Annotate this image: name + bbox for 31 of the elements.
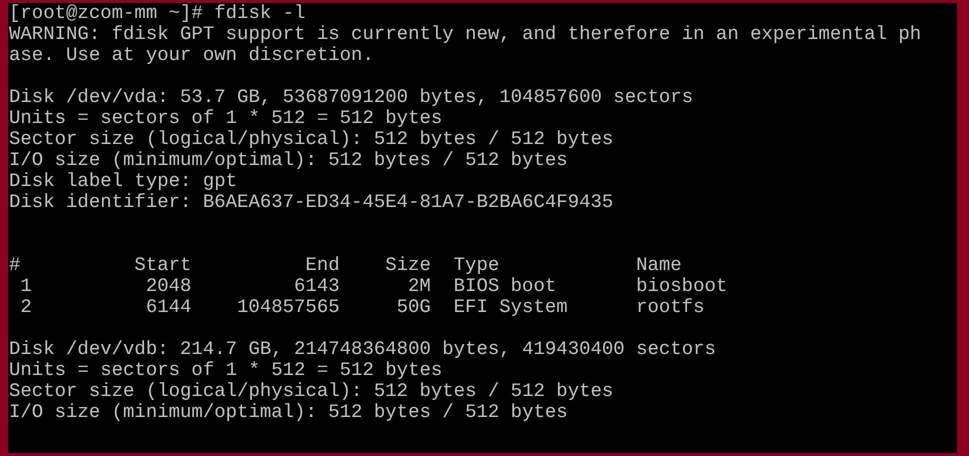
terminal-line: I/O size (minimum/optimal): 512 bytes / 512 bytes (9, 150, 568, 171)
table-cell-text: 1 (19, 276, 32, 297)
table-cell-text: 2048 (144, 276, 192, 297)
table-cell-text: BIOS boot (454, 276, 558, 297)
terminal-line: Sector size (logical/physical): 512 bytes / 512 bytes (9, 381, 614, 402)
table-cell-text: rootfs (636, 297, 706, 318)
terminal-line: Disk /dev/vdb: 214.7 GB, 214748364800 bytes, 419430400 sectors (9, 339, 716, 360)
terminal-line: WARNING: fdisk GPT support is currently new, and therefore in an experimental ph (9, 24, 922, 45)
column-header: # (9, 255, 22, 276)
terminal-line: Disk identifier: B6AEA637-ED34-45E4-81A7-B2BA6C4F9435 (9, 192, 614, 213)
table-cell-text: 104857565 (236, 297, 340, 318)
table-cell-text: 2 (19, 297, 32, 318)
terminal-line: Units = sectors of 1 * 512 = 512 bytes (9, 108, 442, 129)
column-header: Size (384, 255, 431, 276)
table-cell-text: 2M (407, 276, 431, 297)
table-cell-text: 6143 (293, 276, 340, 297)
terminal-line: ase. Use at your own discretion. (9, 45, 374, 66)
terminal-line: Disk label type: gpt (9, 171, 238, 192)
terminal-line: [root@zcom-mm ~]# fdisk -l (9, 3, 306, 24)
table-cell: biosboot (636, 276, 728, 297)
terminal-line: Disk /dev/vda: 53.7 GB, 53687091200 bytes, 104857600 sectors (9, 87, 694, 108)
column-header: Start (133, 255, 192, 276)
table-cell-text: 50G (396, 297, 431, 318)
column-header: End (304, 255, 340, 276)
table-cell-text: 6144 (144, 297, 192, 318)
terminal-line: Units = sectors of 1 * 512 = 512 bytes (9, 360, 442, 381)
column-header: Type (454, 255, 500, 276)
table-cell-text: EFI System (454, 297, 569, 318)
terminal-line: I/O size (minimum/optimal): 512 bytes / 512 bytes (9, 402, 568, 423)
column-header: Name (636, 255, 683, 276)
terminal-line: Sector size (logical/physical): 512 bytes / 512 bytes (9, 129, 614, 150)
